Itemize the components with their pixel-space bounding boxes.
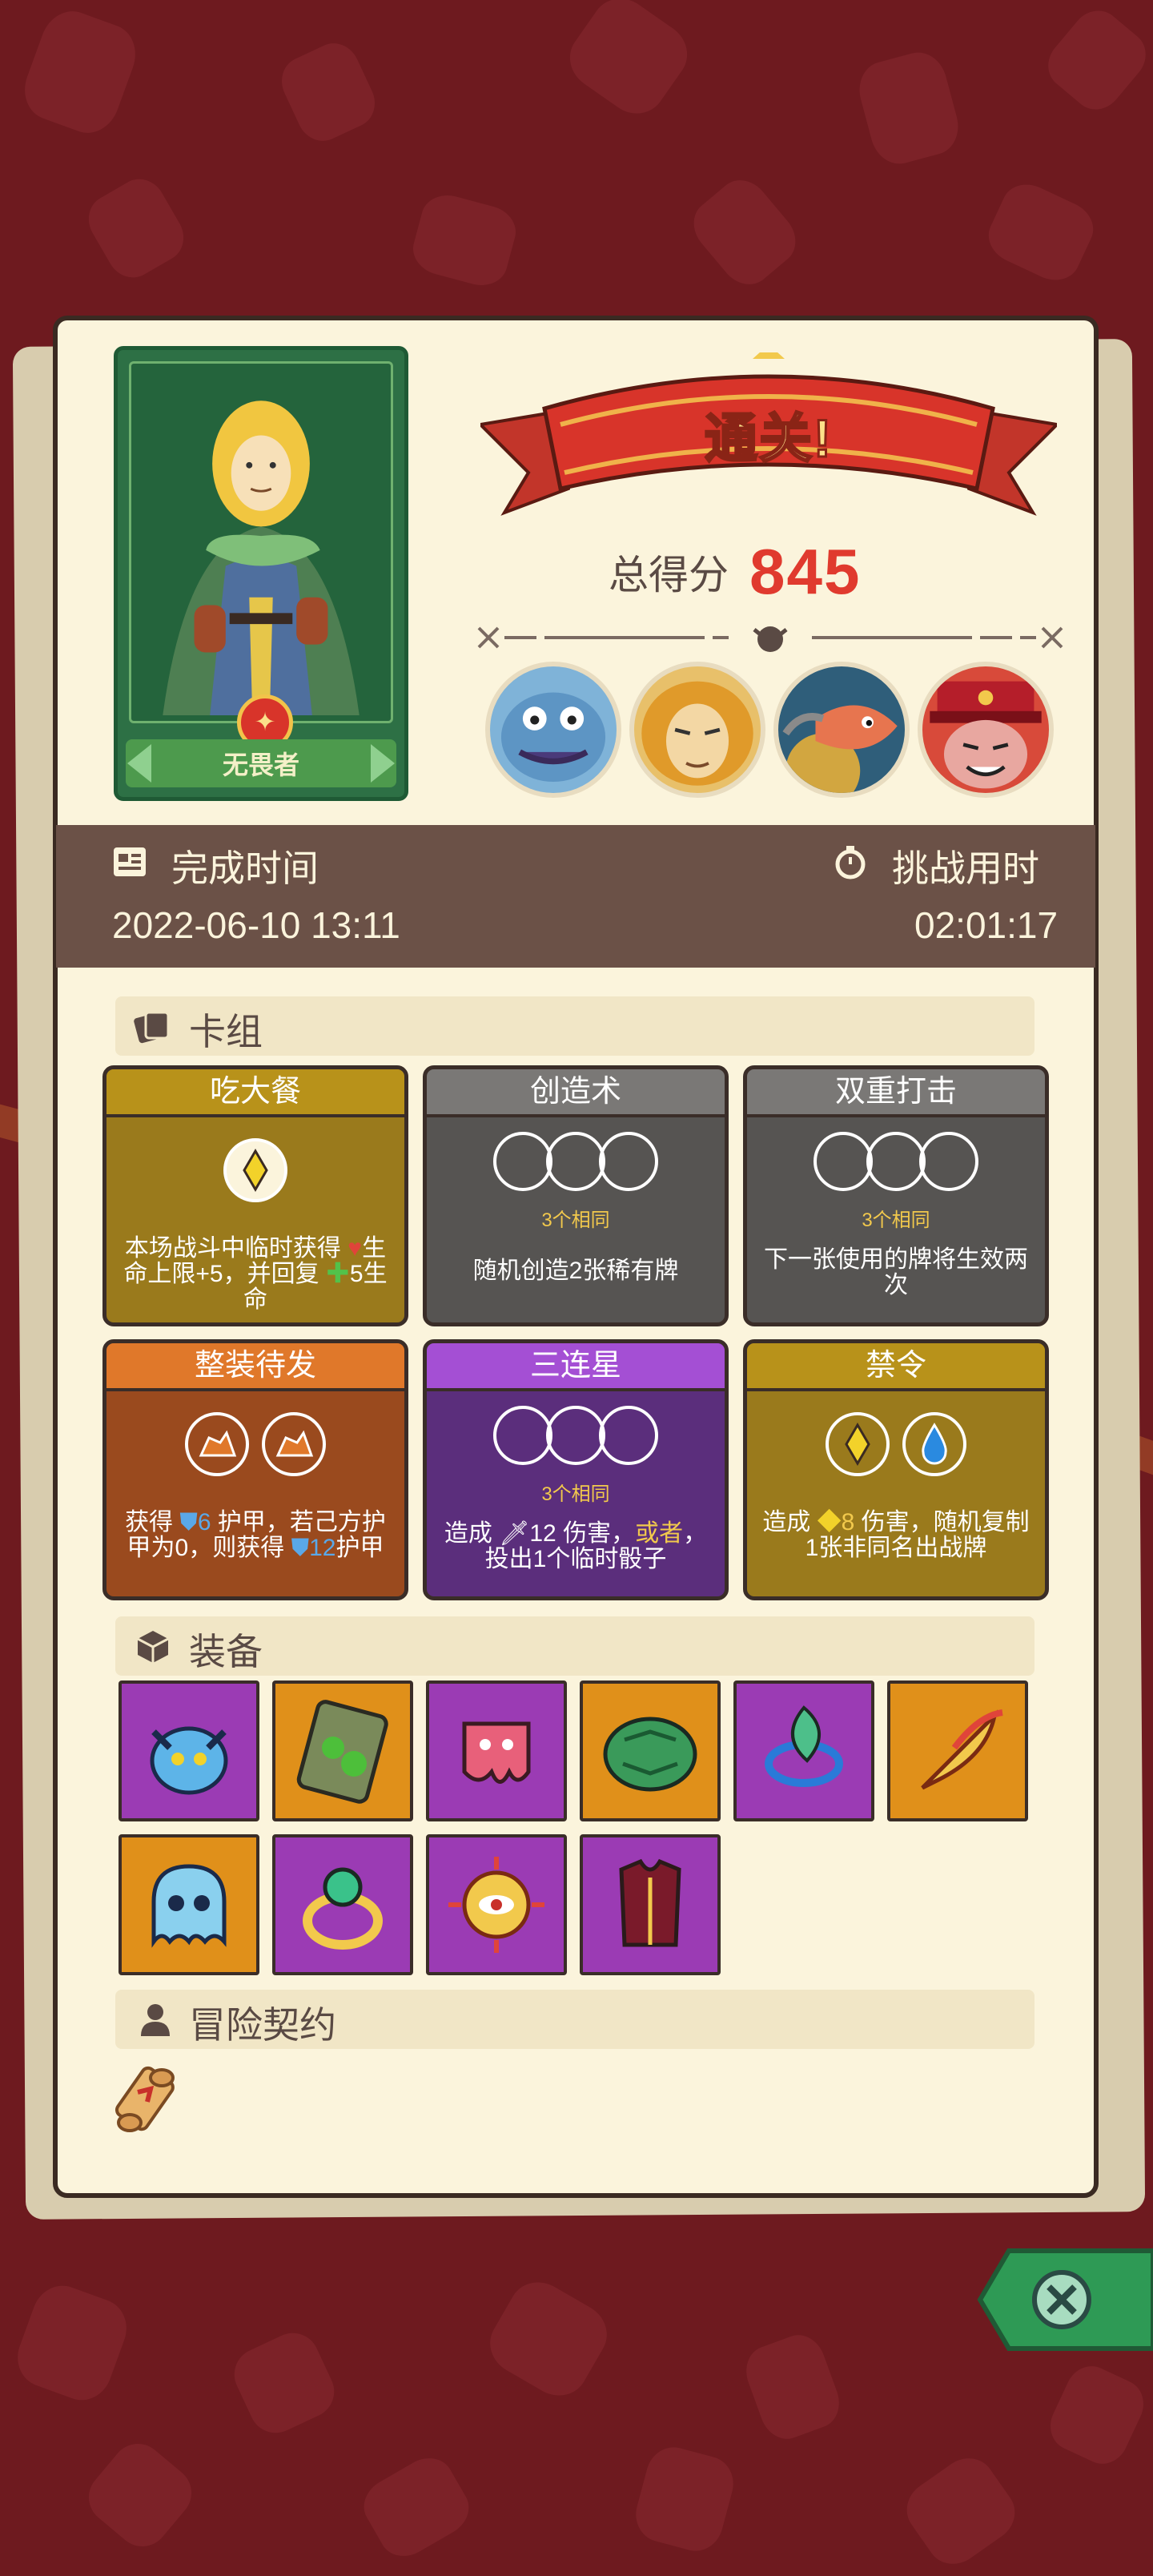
card-title: 三连星 (427, 1343, 725, 1391)
shield-icon: ⛊ (291, 1535, 310, 1561)
empty-dice-slot (866, 1132, 926, 1191)
card-description: 造成 ◆8 伤害，随机复制1张非同名出战牌 (762, 1509, 1030, 1561)
dice-slots (747, 1132, 1045, 1191)
next-hero-arrow-icon[interactable] (371, 744, 395, 783)
card-creation[interactable]: 创造术 3个相同 随机创造2张稀有牌 (423, 1065, 729, 1326)
card-description: 获得 ⛊6 护甲，若己方护甲为0，则获得 ⛊12护甲 (125, 1509, 386, 1561)
card-title: 双重打击 (747, 1069, 1045, 1117)
empty-dice-slot (493, 1132, 552, 1191)
card-gear-up[interactable]: 整装待发 获得 ⛊6 护甲，若己方护甲为0，则获得 ⛊12护甲 (102, 1339, 408, 1600)
challenge-time-value: 02:01:17 (914, 904, 1059, 946)
heart-icon: ♥ (348, 1235, 363, 1262)
equipment-section-title: 装备 (189, 1631, 263, 1672)
stopwatch-icon (835, 846, 866, 879)
card-description: 随机创造2张稀有牌 (472, 1258, 679, 1284)
crimson-vest-icon[interactable] (580, 1834, 721, 1975)
sun-eye-amulet-icon[interactable] (426, 1834, 567, 1975)
box-icon (137, 1631, 169, 1663)
empty-dice-slot (599, 1132, 658, 1191)
card-title: 整装待发 (106, 1343, 404, 1391)
person-icon (141, 2004, 170, 2036)
yellow-dice-icon (223, 1138, 287, 1202)
same-dice-requirement: 3个相同 (862, 1210, 930, 1231)
blue-drop-dice-icon (902, 1412, 966, 1476)
diamond-icon: ◆ (817, 1509, 842, 1536)
banner-title: 通关! (704, 408, 833, 469)
orange-dice-icon (185, 1412, 249, 1476)
sword-icon: 🗡 (499, 1520, 530, 1547)
phoenix-feather-icon[interactable] (887, 1680, 1028, 1821)
cards-icon (134, 1011, 170, 1044)
same-dice-requirement: 3个相同 (541, 1483, 610, 1505)
dice-slots (427, 1132, 725, 1191)
score-value: 845 (749, 536, 862, 607)
empty-dice-slot (599, 1406, 658, 1465)
card-feast[interactable]: 吃大餐 本场战斗中临时获得 ♥生命上限+5，并回复 ✚5生命 (102, 1065, 408, 1326)
contract-section-header: 冒险契约 (115, 1990, 1034, 2049)
moss-stone-tablet-icon[interactable] (272, 1680, 413, 1821)
card-title: 吃大餐 (106, 1069, 404, 1117)
blue-demon-helm-icon[interactable] (119, 1680, 259, 1821)
deck-section-title: 卡组 (189, 1011, 263, 1053)
card-title: 禁令 (747, 1343, 1045, 1391)
card-description: 本场战斗中临时获得 ♥生命上限+5，并回复 ✚5生命 (123, 1235, 388, 1313)
dice-slots (427, 1406, 725, 1465)
ornament-divider (477, 626, 1063, 652)
deck-section-header: 卡组 (115, 996, 1034, 1056)
prev-hero-arrow-icon[interactable] (127, 744, 151, 783)
hero-portrait (129, 361, 393, 723)
card-description: 下一张使用的牌将生效两次 (764, 1246, 1028, 1298)
scroll-icon[interactable] (106, 2060, 186, 2140)
orange-dice-icon (262, 1412, 326, 1476)
card-title: 创造术 (427, 1069, 725, 1117)
card-double-strike[interactable]: 双重打击 3个相同 下一张使用的牌将生效两次 (743, 1065, 1049, 1326)
same-dice-requirement: 3个相同 (541, 1210, 610, 1231)
heal-cross-icon: ✚ (325, 1261, 350, 1287)
finish-time-label: 完成时间 (171, 847, 319, 889)
dice-slots (106, 1138, 404, 1202)
card-triple-star[interactable]: 三连星 3个相同 造成 🗡12 伤害，或者，投出1个临时骰子 (423, 1339, 729, 1600)
fish-boss-portrait[interactable] (773, 662, 910, 798)
challenge-time-label: 挑战用时 (892, 847, 1039, 889)
card-description: 造成 🗡12 伤害，或者，投出1个临时骰子 (444, 1520, 708, 1572)
contract-section-title: 冒险契约 (189, 2004, 336, 2046)
hero-card[interactable]: ✦ 无畏者 (114, 346, 408, 801)
equipment-section-header: 装备 (115, 1616, 1034, 1676)
blue-toad-boss-portrait[interactable] (485, 662, 621, 798)
hero-name-bar: 无畏者 (126, 739, 396, 787)
shield-icon: ⛊ (179, 1509, 198, 1536)
blue-ghost-icon[interactable] (119, 1834, 259, 1975)
dice-slots (747, 1412, 1045, 1476)
golden-lion-boss-portrait[interactable] (629, 662, 765, 798)
close-button[interactable] (977, 2248, 1153, 2352)
dice-slots (106, 1412, 404, 1476)
empty-dice-slot (814, 1132, 873, 1191)
emerald-ring-icon[interactable] (272, 1834, 413, 1975)
empty-dice-slot (493, 1406, 552, 1465)
finish-time-value: 2022-06-10 13:11 (112, 904, 400, 946)
victory-banner: 通关! (476, 344, 1061, 537)
yellow-dice-icon (826, 1412, 890, 1476)
score-label: 总得分 (609, 553, 729, 598)
leaf-ring-icon[interactable] (733, 1680, 874, 1821)
empty-dice-slot (546, 1132, 605, 1191)
empty-dice-slot (919, 1132, 978, 1191)
card-ban[interactable]: 禁令 造成 ◆8 伤害，随机复制1张非同名出战牌 (743, 1339, 1049, 1600)
empty-dice-slot (546, 1406, 605, 1465)
red-hat-boss-portrait[interactable] (918, 662, 1054, 798)
turtle-shell-icon[interactable] (580, 1680, 721, 1821)
pink-slime-cube-icon[interactable] (426, 1680, 567, 1821)
hero-name: 无畏者 (222, 751, 299, 779)
calendar-icon (114, 847, 146, 876)
total-score: 总得分 845 (609, 535, 861, 609)
